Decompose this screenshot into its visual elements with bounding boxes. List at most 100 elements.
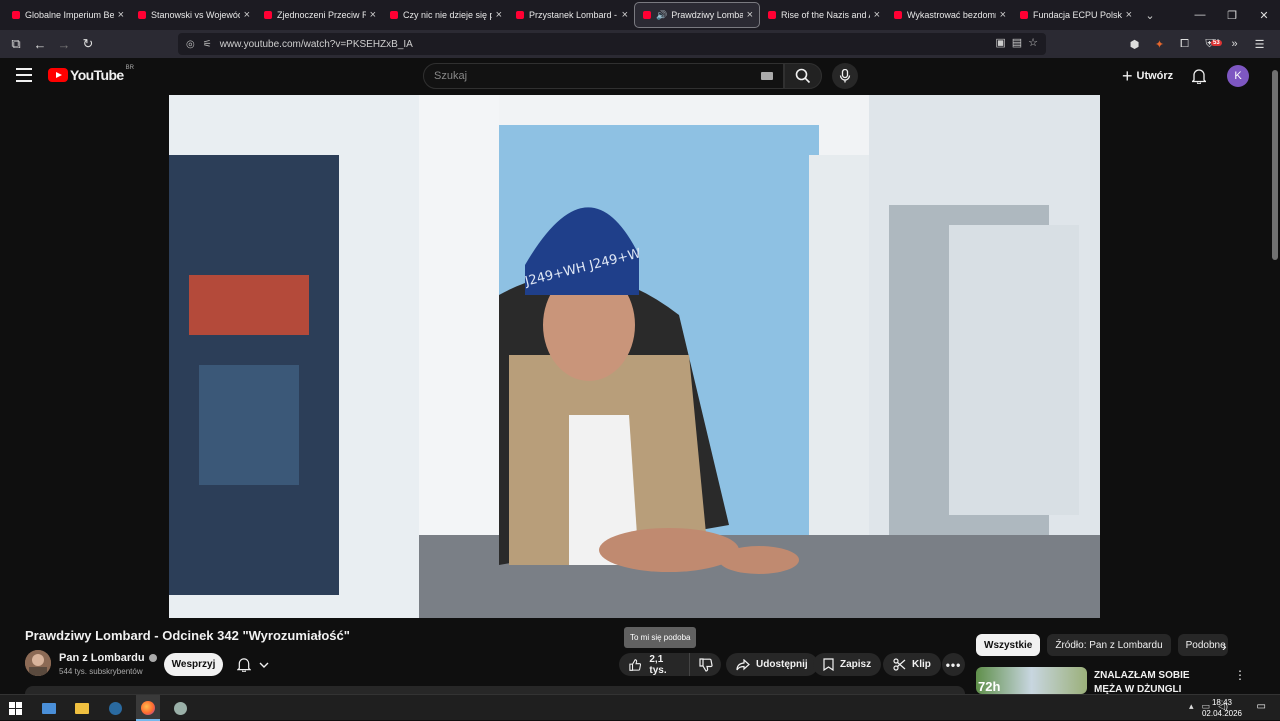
youtube-logo-text: YouTube	[70, 67, 124, 83]
extensions-icon[interactable]: ⧠	[1172, 38, 1197, 51]
ublock-extension-icon[interactable]: ⛨ 53	[1197, 38, 1222, 51]
page-scrollbar[interactable]	[1270, 58, 1280, 694]
windows-start-icon[interactable]	[6, 699, 24, 717]
clock-time: 18:43	[1211, 698, 1232, 707]
address-bar-actions: ▣ ▤ ☆	[995, 36, 1038, 49]
more-actions-button[interactable]: •••	[942, 653, 965, 676]
recommendation-title[interactable]: ZNALAZŁAM SOBIE MĘŻA W DŻUNGLI	[1094, 669, 1220, 697]
windows-logo-icon	[8, 701, 22, 715]
clip-label: Klip	[912, 659, 931, 670]
account-avatar[interactable]: K	[1227, 65, 1249, 87]
create-button[interactable]: + Utwórz	[1114, 64, 1181, 88]
tray-chevron-icon[interactable]: ▴	[1189, 701, 1194, 712]
vpn-extension-icon[interactable]: ⬢	[1122, 38, 1147, 51]
video-player[interactable]: J249+WH J249+W	[169, 95, 1100, 618]
reload-icon[interactable]: ↻	[76, 32, 100, 56]
computer-app-icon[interactable]	[40, 699, 58, 717]
browser-tab[interactable]: Fundacja ECPU Polska: K ×	[1012, 2, 1138, 28]
file-explorer-icon[interactable]	[73, 699, 91, 717]
search-button[interactable]	[784, 63, 822, 89]
firefox-icon[interactable]	[139, 699, 157, 717]
fox-extension-icon[interactable]: ✦	[1147, 38, 1172, 51]
bell-icon	[1192, 69, 1206, 84]
recommendation-more-icon[interactable]: ⋮	[1234, 668, 1246, 682]
tabs-overview-icon[interactable]: ⧉	[4, 32, 28, 56]
browser-tab[interactable]: Stanowski vs Województ ×	[130, 2, 256, 28]
guide-menu-icon[interactable]	[16, 68, 32, 82]
voice-search-button[interactable]	[832, 63, 858, 89]
notification-settings-button[interactable]	[228, 653, 278, 676]
browser-tab[interactable]: Globalne Imperium Bezk ×	[4, 2, 130, 28]
like-button[interactable]: 2,1 tys.	[619, 653, 691, 676]
overflow-chevron-icon[interactable]: »	[1222, 38, 1247, 50]
clock[interactable]: 18:43 02.04.2026	[1202, 697, 1242, 719]
youtube-favicon-icon	[12, 11, 20, 19]
tab-close-icon[interactable]: ×	[496, 9, 502, 21]
tab-audio-icon[interactable]: 🔊	[656, 10, 667, 21]
youtube-favicon-icon	[1020, 11, 1028, 19]
youtube-favicon-icon	[768, 11, 776, 19]
browser-tab[interactable]: Czy nic nie dzieje się prz ×	[382, 2, 508, 28]
browser-tab-title: Globalne Imperium Bezk	[25, 10, 114, 20]
browser-tab[interactable]: Wykastrować bezdomno ×	[886, 2, 1012, 28]
extension-badge: 53	[1211, 39, 1222, 46]
notifications-button[interactable]	[1189, 66, 1209, 86]
like-tooltip: To mi się podoba	[624, 627, 697, 648]
support-button[interactable]: Wesprzyj	[164, 653, 223, 676]
browser-tab[interactable]: 🔊 Prawdziwy Lombard ×	[634, 2, 760, 28]
tab-close-icon[interactable]: ×	[118, 9, 124, 21]
os-taskbar: ▴ ▭ ◁) 18:43 02.04.2026 ▭	[0, 694, 1280, 721]
tab-close-icon[interactable]: ×	[370, 9, 376, 21]
channel-avatar[interactable]	[25, 650, 51, 676]
subscriber-count: 544 tys. subskrybentów	[59, 667, 143, 676]
filter-chip[interactable]: Podobne	[1177, 634, 1228, 656]
youtube-favicon-icon	[390, 11, 398, 19]
tab-list-chevron-icon[interactable]: ⌄	[1138, 9, 1162, 22]
reader-view-icon[interactable]: ▤	[1012, 36, 1022, 49]
channel-name-link[interactable]: Pan z Lombardu	[59, 652, 157, 664]
menu-icon[interactable]: ☰	[1247, 38, 1272, 51]
tab-close-icon[interactable]: ×	[1000, 9, 1006, 21]
browser-tab[interactable]: Zjednoczeni Przeciw Ras ×	[256, 2, 382, 28]
app-icon[interactable]	[171, 699, 189, 717]
dislike-button[interactable]	[690, 657, 721, 672]
search-input[interactable]: Szukaj	[423, 63, 784, 89]
keyboard-icon[interactable]	[761, 72, 773, 80]
chips-next-chevron-icon[interactable]: ›	[1222, 638, 1227, 654]
minimize-icon[interactable]: —	[1184, 0, 1216, 30]
save-button[interactable]: Zapisz	[813, 653, 882, 676]
steam-icon[interactable]	[106, 699, 124, 717]
browser-tab-title: Wykastrować bezdomno	[907, 10, 996, 20]
youtube-favicon-icon	[894, 11, 902, 19]
filter-chip[interactable]: Wszystkie	[976, 634, 1041, 656]
clip-button[interactable]: Klip	[883, 653, 941, 676]
browser-tab-strip: Globalne Imperium Bezk×Stanowski vs Woje…	[0, 0, 1280, 30]
share-button[interactable]: Udostępnij	[726, 653, 818, 676]
youtube-favicon-icon	[264, 11, 272, 19]
scrollbar-thumb[interactable]	[1272, 70, 1278, 260]
search-icon	[795, 68, 811, 84]
tab-close-icon[interactable]: ×	[622, 9, 628, 21]
browser-tab-title: Rise of the Nazis and Ad	[781, 10, 870, 20]
browser-tab[interactable]: Przystanek Lombard - Od ×	[508, 2, 634, 28]
tab-close-icon[interactable]: ×	[244, 9, 250, 21]
forward-icon[interactable]: →	[52, 32, 76, 56]
browser-tab[interactable]: Rise of the Nazis and Ad ×	[760, 2, 886, 28]
tab-close-icon[interactable]: ×	[874, 9, 880, 21]
tab-close-icon[interactable]: ×	[747, 9, 753, 21]
share-label: Udostępnij	[756, 659, 808, 670]
youtube-logo[interactable]: YouTube BR	[48, 65, 134, 83]
filter-chip[interactable]: Źródło: Pan z Lombardu	[1047, 634, 1171, 656]
picture-in-picture-icon[interactable]: ▣	[995, 36, 1005, 49]
recommendation-thumbnail[interactable]: 72h	[976, 667, 1087, 694]
address-bar[interactable]: ◎ ⚟ www.youtube.com/watch?v=PKSEHZxB_IA …	[178, 33, 1046, 55]
notifications-tray-icon[interactable]: ▭	[1257, 701, 1266, 712]
video-frame: J249+WH J249+W	[169, 95, 1100, 618]
tab-close-icon[interactable]: ×	[1126, 9, 1132, 21]
restore-icon[interactable]: ❐	[1216, 0, 1248, 30]
bookmark-star-icon[interactable]: ☆	[1028, 36, 1038, 49]
site-permissions-icon[interactable]: ⚟	[203, 39, 212, 50]
close-window-icon[interactable]: ✕	[1248, 0, 1280, 30]
back-icon[interactable]: ←	[28, 32, 52, 56]
youtube-play-icon	[48, 68, 68, 82]
